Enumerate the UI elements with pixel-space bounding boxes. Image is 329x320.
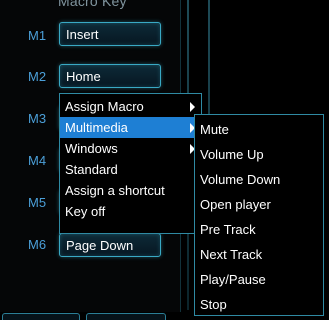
submenu-item-volume-up[interactable]: Volume Up [195, 142, 323, 167]
row-label-m3: M3 [28, 111, 47, 126]
panel-title: Macro Key [58, 0, 127, 9]
submenu-item-play-pause[interactable]: Play/Pause [195, 267, 323, 292]
key-field-m2[interactable]: Home [59, 64, 161, 88]
menu-item-multimedia[interactable]: Multimedia [60, 117, 201, 138]
menu-item-windows[interactable]: Windows [60, 138, 201, 159]
menu-item-label: Multimedia [65, 120, 128, 135]
menu-item-label: Assign Macro [65, 99, 144, 114]
menu-item-label: Assign a shortcut [65, 183, 165, 198]
row-label-m2: M2 [28, 69, 47, 84]
menu-item-key-off[interactable]: Key off [60, 201, 201, 222]
submenu-arrow-icon [190, 102, 195, 112]
submenu-item-open-player[interactable]: Open player [195, 192, 323, 217]
submenu-item-volume-down[interactable]: Volume Down [195, 167, 323, 192]
row-label-m4: M4 [28, 153, 47, 168]
key-field-m1[interactable]: Insert [59, 22, 161, 46]
context-menu: Assign Macro Multimedia Windows Standard… [59, 93, 202, 234]
menu-item-label: Key off [65, 204, 106, 219]
macro-key-editor: Macro Key M1 Insert M2 Home M3 M4 M5 M6 … [0, 0, 329, 320]
submenu-item-stop[interactable]: Stop [195, 292, 323, 317]
submenu-item-next-track[interactable]: Next Track [195, 242, 323, 267]
menu-item-label: Windows [65, 141, 118, 156]
submenu-item-pre-track[interactable]: Pre Track [195, 217, 323, 242]
bottom-button-left[interactable] [2, 313, 80, 320]
menu-item-assign-macro[interactable]: Assign Macro [60, 96, 201, 117]
bottom-button-right[interactable] [86, 313, 166, 320]
row-label-m1: M1 [28, 28, 47, 43]
row-label-m5: M5 [28, 195, 47, 210]
multimedia-submenu: Mute Volume Up Volume Down Open player P… [194, 114, 324, 316]
row-label-m6: M6 [28, 237, 47, 252]
menu-item-assign-shortcut[interactable]: Assign a shortcut [60, 180, 201, 201]
key-field-m6[interactable]: Page Down [59, 233, 161, 257]
menu-item-label: Standard [65, 162, 118, 177]
menu-item-standard[interactable]: Standard [60, 159, 201, 180]
submenu-item-mute[interactable]: Mute [195, 117, 323, 142]
